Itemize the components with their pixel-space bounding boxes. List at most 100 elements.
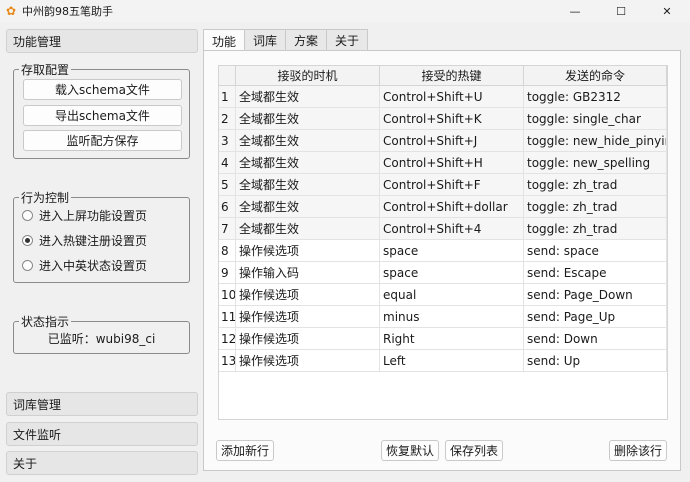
radio-button-selected-icon[interactable]: [22, 235, 33, 246]
tab-scheme[interactable]: 方案: [285, 29, 328, 51]
radio-option-hotkey[interactable]: 进入热键注册设置页: [22, 232, 147, 249]
cell-command[interactable]: toggle: GB2312: [524, 86, 667, 107]
cell-hotkey[interactable]: space: [380, 262, 524, 283]
cell-command[interactable]: send: Page_Up: [524, 306, 667, 327]
table-row[interactable]: 5 全域都生效 Control+Shift+F toggle: zh_trad: [219, 174, 667, 196]
cell-hotkey[interactable]: Control+Shift+H: [380, 152, 524, 173]
status-indicator-group: 状态指示 已监听：wubi98_ci: [13, 313, 190, 354]
load-schema-button[interactable]: 载入schema文件: [23, 79, 182, 100]
row-number[interactable]: 10: [219, 284, 236, 305]
table-row[interactable]: 2 全域都生效 Control+Shift+K toggle: single_char: [219, 108, 667, 130]
radio-option-commit[interactable]: 进入上屏功能设置页: [22, 207, 147, 224]
header-hotkey[interactable]: 接受的热键: [380, 66, 524, 85]
cell-hotkey[interactable]: Control+Shift+K: [380, 108, 524, 129]
cell-when[interactable]: 全域都生效: [236, 174, 380, 195]
cell-when[interactable]: 全域都生效: [236, 196, 380, 217]
monitor-save-button[interactable]: 监听配方保存: [23, 130, 182, 151]
cell-hotkey[interactable]: Control+Shift+dollar: [380, 196, 524, 217]
add-row-button[interactable]: 添加新行: [216, 440, 274, 461]
restore-default-button[interactable]: 恢复默认: [381, 440, 439, 461]
row-number[interactable]: 2: [219, 108, 236, 129]
cell-command[interactable]: send: space: [524, 240, 667, 261]
cell-hotkey[interactable]: Control+Shift+U: [380, 86, 524, 107]
row-number[interactable]: 13: [219, 350, 236, 371]
cell-command[interactable]: send: Down: [524, 328, 667, 349]
cell-when[interactable]: 操作候选项: [236, 350, 380, 371]
table-row[interactable]: 4 全域都生效 Control+Shift+H toggle: new_spellin…: [219, 152, 667, 174]
export-schema-button[interactable]: 导出schema文件: [23, 105, 182, 126]
cell-when[interactable]: 全域都生效: [236, 130, 380, 151]
table-row[interactable]: 13 操作候选项 Left send: Up: [219, 350, 667, 372]
cell-when[interactable]: 全域都生效: [236, 152, 380, 173]
radio-label: 进入上屏功能设置页: [39, 209, 148, 223]
row-number[interactable]: 1: [219, 86, 236, 107]
tab-dictionary[interactable]: 词库: [244, 29, 287, 51]
delete-row-button[interactable]: 删除该行: [609, 440, 667, 461]
maximize-button[interactable]: ☐: [598, 0, 644, 22]
table-row[interactable]: 7 全域都生效 Control+Shift+4 toggle: zh_trad: [219, 218, 667, 240]
cell-command[interactable]: toggle: zh_trad: [524, 174, 667, 195]
row-number[interactable]: 6: [219, 196, 236, 217]
cell-hotkey[interactable]: Right: [380, 328, 524, 349]
close-button[interactable]: ✕: [644, 0, 690, 22]
row-number[interactable]: 3: [219, 130, 236, 151]
table-row[interactable]: 9 操作输入码 space send: Escape: [219, 262, 667, 284]
row-number[interactable]: 5: [219, 174, 236, 195]
cell-when[interactable]: 操作候选项: [236, 284, 380, 305]
cell-when[interactable]: 操作候选项: [236, 240, 380, 261]
save-list-button[interactable]: 保存列表: [445, 440, 503, 461]
about-sidebar-button[interactable]: 关于: [6, 451, 198, 475]
cell-hotkey[interactable]: Control+Shift+4: [380, 218, 524, 239]
header-corner: [219, 66, 236, 85]
cell-hotkey[interactable]: space: [380, 240, 524, 261]
cell-hotkey[interactable]: Control+Shift+J: [380, 130, 524, 151]
cell-when[interactable]: 全域都生效: [236, 86, 380, 107]
cell-command[interactable]: toggle: single_char: [524, 108, 667, 129]
table-row[interactable]: 11 操作候选项 minus send: Page_Up: [219, 306, 667, 328]
cell-when[interactable]: 全域都生效: [236, 108, 380, 129]
hotkey-table[interactable]: 接驳的时机 接受的热键 发送的命令 1 全域都生效 Control+Shift+U t…: [218, 65, 668, 420]
cell-command[interactable]: send: Page_Down: [524, 284, 667, 305]
cell-when[interactable]: 全域都生效: [236, 218, 380, 239]
table-row[interactable]: 8 操作候选项 space send: space: [219, 240, 667, 262]
cell-command[interactable]: toggle: new_hide_pinyin: [524, 130, 667, 151]
table-row[interactable]: 3 全域都生效 Control+Shift+J toggle: new_hide_pi…: [219, 130, 667, 152]
table-row[interactable]: 10 操作候选项 equal send: Page_Down: [219, 284, 667, 306]
cell-when[interactable]: 操作输入码: [236, 262, 380, 283]
header-command[interactable]: 发送的命令: [524, 66, 667, 85]
radio-option-lang-status[interactable]: 进入中英状态设置页: [22, 257, 147, 274]
function-manage-button[interactable]: 功能管理: [6, 29, 198, 53]
table-row[interactable]: 1 全域都生效 Control+Shift+U toggle: GB2312: [219, 86, 667, 108]
table-row[interactable]: 12 操作候选项 Right send: Down: [219, 328, 667, 350]
cell-hotkey[interactable]: minus: [380, 306, 524, 327]
header-when[interactable]: 接驳的时机: [236, 66, 380, 85]
dict-manage-button[interactable]: 词库管理: [6, 392, 198, 416]
row-number[interactable]: 12: [219, 328, 236, 349]
row-number[interactable]: 8: [219, 240, 236, 261]
cell-command[interactable]: toggle: new_spelling: [524, 152, 667, 173]
behavior-control-group: 行为控制 进入上屏功能设置页 进入热键注册设置页 进入中英状态设置页: [13, 189, 190, 283]
window-title: 中州韵98五笔助手: [22, 5, 113, 18]
cell-command[interactable]: toggle: zh_trad: [524, 218, 667, 239]
cell-hotkey[interactable]: Left: [380, 350, 524, 371]
minimize-button[interactable]: —: [552, 0, 598, 22]
row-number[interactable]: 11: [219, 306, 236, 327]
row-number[interactable]: 9: [219, 262, 236, 283]
tab-function[interactable]: 功能: [203, 29, 246, 52]
file-monitor-button[interactable]: 文件监听: [6, 422, 198, 446]
cell-hotkey[interactable]: equal: [380, 284, 524, 305]
tab-about[interactable]: 关于: [326, 29, 369, 51]
row-number[interactable]: 7: [219, 218, 236, 239]
cell-when[interactable]: 操作候选项: [236, 328, 380, 349]
cell-hotkey[interactable]: Control+Shift+F: [380, 174, 524, 195]
behavior-control-title: 行为控制: [19, 189, 72, 206]
table-row[interactable]: 6 全域都生效 Control+Shift+dollar toggle: zh_tra…: [219, 196, 667, 218]
row-number[interactable]: 4: [219, 152, 236, 173]
cell-command[interactable]: send: Up: [524, 350, 667, 371]
radio-button-icon[interactable]: [22, 210, 33, 221]
radio-button-icon[interactable]: [22, 260, 33, 271]
cell-when[interactable]: 操作候选项: [236, 306, 380, 327]
cell-command[interactable]: toggle: zh_trad: [524, 196, 667, 217]
cell-command[interactable]: send: Escape: [524, 262, 667, 283]
table-body: 1 全域都生效 Control+Shift+U toggle: GB2312 2 全域都生…: [219, 86, 667, 372]
